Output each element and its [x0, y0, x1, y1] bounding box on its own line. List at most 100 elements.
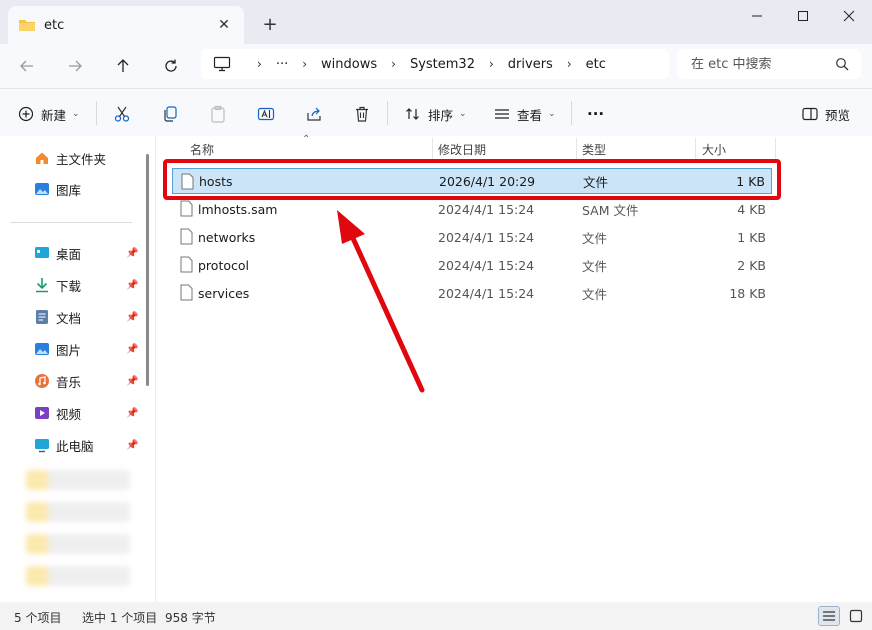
- column-divider[interactable]: [432, 138, 433, 162]
- sidebar-item-videos[interactable]: 视频: [34, 402, 81, 424]
- pin-icon[interactable]: 📌: [126, 312, 138, 323]
- pin-icon[interactable]: 📌: [126, 344, 138, 355]
- details-view-button[interactable]: [818, 606, 840, 626]
- arrow-right-icon: [69, 60, 82, 72]
- sidebar-item-this-pc[interactable]: 此电脑: [34, 434, 94, 456]
- sidebar-scrollbar[interactable]: [146, 154, 149, 386]
- preview-pane-icon: [802, 107, 818, 121]
- close-window-button[interactable]: [826, 0, 872, 32]
- back-button[interactable]: [12, 52, 42, 80]
- tab-etc[interactable]: etc ✕: [8, 6, 244, 44]
- tiles-view-button[interactable]: [845, 606, 867, 626]
- column-header-date[interactable]: 修改日期: [438, 136, 486, 162]
- column-divider[interactable]: [576, 138, 577, 162]
- refresh-button[interactable]: [156, 52, 186, 80]
- more-options-button[interactable]: ···: [587, 101, 604, 127]
- file-date: 2024/4/1 15:24: [438, 201, 535, 217]
- preview-button[interactable]: 预览: [802, 101, 850, 127]
- file-date: 2026/4/1 20:29: [439, 173, 536, 189]
- breadcrumb-system32[interactable]: System32: [410, 57, 475, 72]
- close-icon: [843, 10, 855, 22]
- sidebar-item-gallery[interactable]: 图库: [34, 178, 81, 200]
- paste-button[interactable]: [209, 101, 227, 127]
- toolbar-divider: [96, 101, 97, 125]
- new-tab-button[interactable]: +: [258, 12, 282, 36]
- file-name: networks: [198, 229, 256, 245]
- chevron-right-icon: ›: [257, 57, 262, 71]
- navigation-pane: 主文件夹 图库 桌面 📌 下载 📌 文档 📌 图片 📌 音乐 📌 视频 📌 此电…: [0, 136, 156, 602]
- copy-button[interactable]: [161, 101, 179, 127]
- rename-button[interactable]: [257, 101, 275, 127]
- breadcrumb-more[interactable]: ···: [276, 57, 288, 72]
- sidebar-item-music[interactable]: 音乐: [34, 370, 81, 392]
- item-count: 5 个项目: [14, 611, 62, 625]
- chevron-right-icon: ›: [488, 57, 494, 71]
- arrow-up-icon: [117, 59, 129, 72]
- selection-size: 958 字节: [165, 611, 216, 625]
- pin-icon[interactable]: 📌: [126, 248, 138, 259]
- breadcrumb-windows[interactable]: windows: [321, 57, 377, 72]
- selection-count: 选中 1 个项目: [82, 611, 158, 625]
- column-divider[interactable]: [695, 138, 696, 162]
- sidebar-item-label: 视频: [56, 406, 82, 422]
- rename-icon: [257, 107, 275, 121]
- pin-icon[interactable]: 📌: [126, 408, 138, 419]
- column-divider[interactable]: [775, 138, 776, 162]
- column-header-type[interactable]: 类型: [582, 136, 606, 162]
- view-button[interactable]: 查看 ⌄: [494, 101, 556, 127]
- file-row-lmhosts[interactable]: lmhosts.sam 2024/4/1 15:24 SAM 文件 4 KB: [172, 196, 772, 222]
- maximize-button[interactable]: [780, 0, 826, 32]
- file-row-protocol[interactable]: protocol 2024/4/1 15:24 文件 2 KB: [172, 252, 772, 278]
- pin-icon[interactable]: 📌: [126, 440, 138, 451]
- view-label: 查看: [517, 107, 543, 123]
- sidebar-item-label: 下载: [56, 278, 82, 294]
- blurred-item: [26, 566, 130, 586]
- address-bar[interactable]: › ··· › windows › System32 › drivers › e…: [201, 49, 669, 79]
- sidebar-item-home[interactable]: 主文件夹: [34, 147, 106, 169]
- file-name: hosts: [199, 173, 233, 189]
- copy-icon: [164, 106, 177, 122]
- new-button[interactable]: 新建 ⌄: [18, 101, 80, 127]
- file-type: 文件: [582, 286, 608, 302]
- file-type: SAM 文件: [582, 202, 639, 218]
- refresh-icon: [165, 59, 177, 72]
- search-input[interactable]: [691, 56, 831, 72]
- delete-button[interactable]: [353, 101, 371, 127]
- file-size: 1 KB: [737, 229, 766, 245]
- this-pc-icon: [35, 439, 49, 453]
- sidebar-item-downloads[interactable]: 下载: [34, 274, 81, 296]
- command-bar: 新建 ⌄ 排序 ⌄ 查看 ⌄ ··· 预览: [0, 88, 872, 136]
- sort-button[interactable]: 排序 ⌄: [405, 101, 467, 127]
- sidebar-item-documents[interactable]: 文档: [34, 306, 81, 328]
- file-date: 2024/4/1 15:24: [438, 285, 535, 301]
- minimize-button[interactable]: [734, 0, 780, 32]
- breadcrumb-etc[interactable]: etc: [586, 57, 606, 72]
- details-view-icon: [823, 611, 835, 621]
- column-header-name[interactable]: 名称: [190, 136, 214, 162]
- up-button[interactable]: [108, 52, 138, 80]
- gallery-icon: [35, 183, 49, 195]
- share-button[interactable]: [305, 101, 323, 127]
- column-header-size[interactable]: 大小: [702, 136, 726, 162]
- sort-label: 排序: [428, 107, 454, 123]
- breadcrumb-drivers[interactable]: drivers: [508, 57, 553, 72]
- file-row-networks[interactable]: networks 2024/4/1 15:24 文件 1 KB: [172, 224, 772, 250]
- file-type: 文件: [582, 230, 608, 246]
- forward-button[interactable]: [60, 52, 90, 80]
- new-label: 新建: [41, 107, 67, 123]
- cut-button[interactable]: [113, 101, 131, 127]
- sidebar-item-label: 图片: [56, 342, 82, 358]
- pin-icon[interactable]: 📌: [126, 376, 138, 387]
- blurred-item: [26, 534, 130, 554]
- file-row-hosts[interactable]: hosts 2026/4/1 20:29 文件 1 KB: [172, 168, 772, 194]
- file-row-services[interactable]: services 2024/4/1 15:24 文件 18 KB: [172, 280, 772, 306]
- minimize-icon: [752, 15, 762, 17]
- sidebar-item-desktop[interactable]: 桌面: [34, 242, 81, 264]
- sidebar-item-pictures[interactable]: 图片: [34, 338, 81, 360]
- document-icon: [36, 310, 48, 324]
- close-tab-icon[interactable]: ✕: [214, 15, 234, 35]
- file-size: 2 KB: [737, 257, 766, 273]
- search-box[interactable]: [677, 49, 861, 79]
- pin-icon[interactable]: 📌: [126, 280, 138, 291]
- file-icon: [180, 284, 193, 301]
